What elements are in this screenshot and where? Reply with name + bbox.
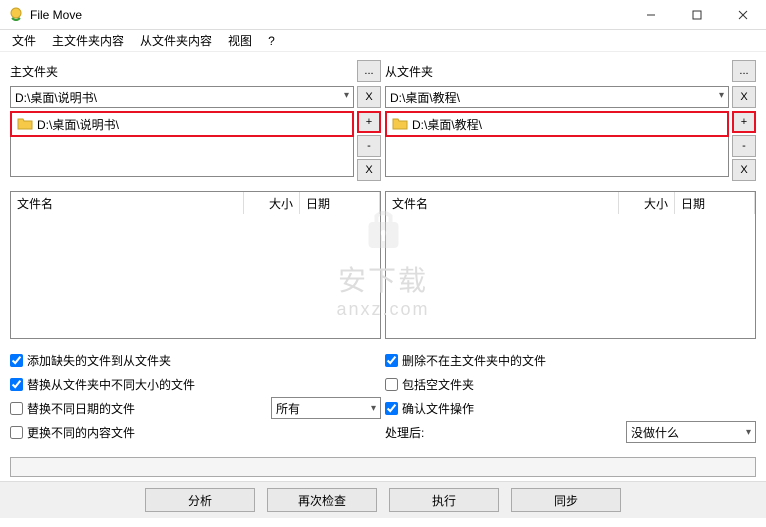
app-icon bbox=[8, 7, 24, 23]
replace-size-label: 替换从文件夹中不同大小的文件 bbox=[27, 376, 195, 393]
chevron-down-icon: ▾ bbox=[371, 403, 376, 414]
slave-folder-label: 从文件夹 bbox=[385, 63, 732, 80]
main-add-folder-button[interactable]: + bbox=[357, 111, 381, 133]
menubar: 文件 主文件夹内容 从文件夹内容 视图 ? bbox=[0, 30, 766, 52]
slave-folder-list: D:\桌面\教程\ bbox=[385, 111, 729, 137]
slave-col-date[interactable]: 日期 bbox=[675, 192, 755, 214]
menu-slave-content[interactable]: 从文件夹内容 bbox=[132, 30, 220, 51]
slave-remove-all-button[interactable]: X bbox=[732, 159, 756, 181]
slave-path-value: D:\桌面\教程\ bbox=[390, 89, 460, 106]
slave-clear-button[interactable]: X bbox=[732, 86, 756, 108]
main-folder-list: D:\桌面\说明书\ bbox=[10, 111, 354, 137]
replace-content-label: 更换不同的内容文件 bbox=[27, 424, 135, 441]
include-empty-label: 包括空文件夹 bbox=[402, 376, 474, 393]
slave-file-table: 文件名 大小 日期 bbox=[385, 191, 756, 339]
main-folder-list-empty bbox=[10, 137, 354, 177]
bottom-bar: 分析 再次检查 执行 同步 bbox=[0, 481, 766, 518]
delete-not-in-main-checkbox[interactable] bbox=[385, 354, 398, 367]
main-browse-button[interactable]: ... bbox=[357, 60, 381, 82]
chevron-down-icon: ▾ bbox=[344, 90, 349, 101]
after-label: 处理后: bbox=[385, 424, 424, 441]
slave-add-folder-button[interactable]: + bbox=[732, 111, 756, 133]
slave-folder-list-empty bbox=[385, 137, 729, 177]
slave-path-combo[interactable]: D:\桌面\教程\ ▾ bbox=[385, 86, 729, 108]
slave-col-name[interactable]: 文件名 bbox=[386, 192, 619, 214]
delete-not-in-main-label: 删除不在主文件夹中的文件 bbox=[402, 352, 546, 369]
main-remove-folder-button[interactable]: - bbox=[357, 135, 381, 157]
confirm-ops-checkbox[interactable] bbox=[385, 402, 398, 415]
chevron-down-icon: ▾ bbox=[746, 427, 751, 438]
confirm-ops-label: 确认文件操作 bbox=[402, 400, 474, 417]
main-clear-button[interactable]: X bbox=[357, 86, 381, 108]
maximize-button[interactable] bbox=[674, 0, 720, 30]
main-folder-panel: 主文件夹 ... D:\桌面\说明书\ ▾ X D:\桌面\说明书\ bbox=[10, 60, 381, 339]
add-missing-label: 添加缺失的文件到从文件夹 bbox=[27, 352, 171, 369]
titlebar: File Move bbox=[0, 0, 766, 30]
after-action-select[interactable]: 没做什么▾ bbox=[626, 421, 756, 443]
main-col-date[interactable]: 日期 bbox=[300, 192, 380, 214]
main-options: 添加缺失的文件到从文件夹 替换从文件夹中不同大小的文件 替换不同日期的文件 所有… bbox=[10, 349, 381, 445]
close-button[interactable] bbox=[720, 0, 766, 30]
folder-icon bbox=[17, 117, 33, 131]
replace-date-label: 替换不同日期的文件 bbox=[27, 400, 135, 417]
main-folder-label: 主文件夹 bbox=[10, 63, 357, 80]
menu-main-content[interactable]: 主文件夹内容 bbox=[44, 30, 132, 51]
main-path-value: D:\桌面\说明书\ bbox=[15, 89, 97, 106]
slave-remove-folder-button[interactable]: - bbox=[732, 135, 756, 157]
chevron-down-icon: ▾ bbox=[719, 90, 724, 101]
include-empty-checkbox[interactable] bbox=[385, 378, 398, 391]
analyze-button[interactable]: 分析 bbox=[145, 488, 255, 512]
execute-button[interactable]: 执行 bbox=[389, 488, 499, 512]
menu-file[interactable]: 文件 bbox=[4, 30, 44, 51]
add-missing-checkbox[interactable] bbox=[10, 354, 23, 367]
slave-options: 删除不在主文件夹中的文件 包括空文件夹 确认文件操作 处理后: 没做什么▾ bbox=[385, 349, 756, 445]
sync-button[interactable]: 同步 bbox=[511, 488, 621, 512]
replace-content-checkbox[interactable] bbox=[10, 426, 23, 439]
main-col-size[interactable]: 大小 bbox=[244, 192, 300, 214]
replace-date-checkbox[interactable] bbox=[10, 402, 23, 415]
folder-icon bbox=[392, 117, 408, 131]
replace-size-checkbox[interactable] bbox=[10, 378, 23, 391]
slave-col-size[interactable]: 大小 bbox=[619, 192, 675, 214]
slave-folder-item[interactable]: D:\桌面\教程\ bbox=[412, 116, 482, 133]
main-col-name[interactable]: 文件名 bbox=[11, 192, 244, 214]
slave-folder-panel: 从文件夹 ... D:\桌面\教程\ ▾ X D:\桌面\教程\ bbox=[385, 60, 756, 339]
main-remove-all-button[interactable]: X bbox=[357, 159, 381, 181]
menu-view[interactable]: 视图 bbox=[220, 30, 260, 51]
slave-browse-button[interactable]: ... bbox=[732, 60, 756, 82]
menu-help[interactable]: ? bbox=[260, 32, 283, 50]
window-title: File Move bbox=[30, 8, 628, 22]
main-path-combo[interactable]: D:\桌面\说明书\ ▾ bbox=[10, 86, 354, 108]
date-mode-select[interactable]: 所有▾ bbox=[271, 397, 381, 419]
minimize-button[interactable] bbox=[628, 0, 674, 30]
main-folder-item[interactable]: D:\桌面\说明书\ bbox=[37, 116, 119, 133]
progress-bar bbox=[10, 457, 756, 477]
main-file-table: 文件名 大小 日期 bbox=[10, 191, 381, 339]
recheck-button[interactable]: 再次检查 bbox=[267, 488, 377, 512]
